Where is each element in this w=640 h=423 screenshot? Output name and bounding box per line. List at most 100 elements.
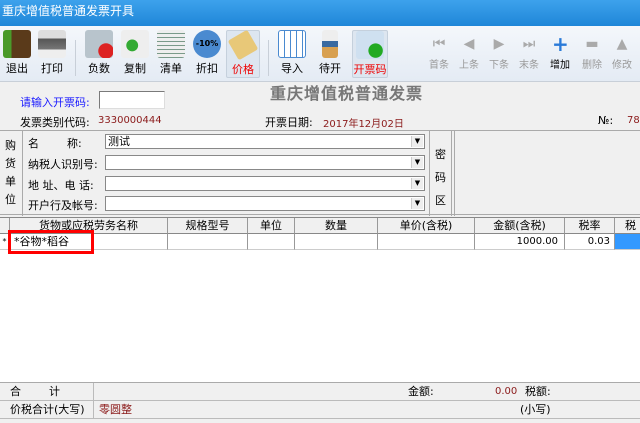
total-upper-value: 零圆整 (99, 403, 132, 416)
number-value: 78 (627, 115, 640, 126)
total-lower-label: (小写) (520, 403, 551, 416)
tax-label: 税额: (525, 385, 551, 398)
add-button[interactable]: + 增加 (545, 32, 575, 71)
total-upper-label: 价税合计(大写) (10, 403, 85, 416)
cell-spec[interactable] (168, 234, 248, 250)
next-icon: ▶ (493, 36, 505, 52)
cell-amount[interactable]: 1000.00 (475, 234, 565, 250)
list-icon (157, 30, 185, 58)
date-label: 开票日期: (265, 116, 313, 129)
address-phone-label: 地 址、电 话: (28, 179, 94, 192)
label: 首条 (429, 60, 449, 71)
buyer-name-combo[interactable]: 测试 ▼ (105, 134, 425, 149)
delete-button[interactable]: ▬ 删除 (577, 36, 607, 71)
cipher-area-label: 密码区 (435, 148, 446, 207)
invoice-code-icon (356, 31, 384, 59)
chevron-down-icon: ▼ (411, 178, 423, 189)
exit-button[interactable]: 退出 (0, 30, 34, 76)
import-icon (278, 30, 306, 58)
taxpayer-id-combo[interactable]: ▼ (105, 155, 425, 170)
number-label: №: (598, 114, 614, 127)
chevron-down-icon: ▼ (411, 198, 423, 209)
window-title: 重庆增值税普通发票开具 (0, 0, 640, 26)
code-prompt-label: 请输入开票码: (20, 96, 90, 109)
first-record-button[interactable]: ⏮ 首条 (424, 36, 454, 71)
label: 增加 (550, 60, 570, 71)
label: 上条 (459, 60, 479, 71)
edit-button[interactable]: ▲ 修改 (607, 36, 637, 71)
col-price[interactable]: 单价(含税) (378, 218, 475, 234)
hourglass-icon (322, 30, 338, 58)
items-grid: 货物或应税劳务名称 规格型号 单位 数量 单价(含税) 金额(含税) 税率 税 … (0, 217, 640, 382)
label: 导入 (281, 62, 303, 75)
col-spec[interactable]: 规格型号 (168, 218, 248, 234)
label: 末条 (519, 60, 539, 71)
label: 打印 (41, 62, 63, 75)
triangle-icon: ▲ (616, 36, 628, 52)
label: 复制 (124, 62, 146, 75)
discount-icon: -10% (193, 30, 221, 58)
taxpayer-id-label: 纳税人识别号: (28, 158, 98, 171)
address-phone-combo[interactable]: ▼ (105, 176, 425, 191)
print-button[interactable]: 打印 (35, 30, 69, 76)
toolbar: 退出 打印 负数 复制 清单 -10% 折扣 价格 导入 待开 开票码 ⏮ 首条 ◀… (0, 26, 640, 82)
minus-icon: ▬ (585, 36, 599, 52)
label: 开票码 (353, 63, 387, 76)
bank-account-combo[interactable]: ▼ (105, 196, 425, 211)
label: 删除 (582, 60, 602, 71)
cell-tax[interactable] (615, 234, 640, 250)
label: 负数 (88, 62, 110, 75)
pending-button[interactable]: 待开 (313, 30, 347, 76)
label: 退出 (6, 62, 28, 75)
sum-label: 合 计 (10, 385, 60, 398)
col-unit[interactable]: 单位 (248, 218, 295, 234)
plus-icon: + (552, 32, 569, 56)
col-qty[interactable]: 数量 (295, 218, 378, 234)
printer-icon (38, 30, 66, 58)
amount-label: 金额: (408, 385, 434, 398)
invoice-code-button[interactable]: 开票码 (352, 30, 388, 78)
cell-rate[interactable]: 0.03 (565, 234, 615, 250)
chevron-down-icon: ▼ (411, 136, 423, 147)
cell-unit[interactable] (248, 234, 295, 250)
exit-door-icon (3, 30, 31, 58)
negative-folder-icon (85, 30, 113, 58)
buyer-name-label: 名 称: (28, 137, 82, 150)
label: 折扣 (196, 62, 218, 75)
date-value: 2017年12月02日 (323, 119, 404, 130)
col-tax[interactable]: 税 (615, 218, 640, 234)
type-code-label: 发票类别代码: (20, 116, 90, 129)
col-amount[interactable]: 金额(含税) (475, 218, 565, 234)
buyer-section: 购货单位 名 称: 测试 ▼ 纳税人识别号: ▼ 地 址、电 话: ▼ 开户行及帐… (0, 130, 640, 216)
last-record-button[interactable]: ⏭ 末条 (514, 36, 544, 71)
chevron-down-icon: ▼ (411, 157, 423, 168)
price-tag-icon (227, 29, 259, 61)
price-button[interactable]: 价格 (226, 29, 260, 78)
next-record-button[interactable]: ▶ 下条 (484, 36, 514, 71)
buyer-section-label: 购货单位 (5, 139, 16, 206)
negative-button[interactable]: 负数 (82, 30, 116, 76)
discount-button[interactable]: -10% 折扣 (190, 30, 224, 76)
invoice-code-input[interactable] (99, 91, 165, 109)
label: 价格 (232, 63, 254, 76)
copy-icon (121, 30, 149, 58)
label: 下条 (489, 60, 509, 71)
totals-section: 合 计 金额: 0.00 税额: 价税合计(大写) 零圆整 (小写) (0, 382, 640, 423)
label: 待开 (319, 62, 341, 75)
invoice-title: 重庆增值税普通发票 (270, 84, 424, 103)
cell-price[interactable] (378, 234, 475, 250)
list-button[interactable]: 清单 (154, 30, 188, 76)
col-rate[interactable]: 税率 (565, 218, 615, 234)
prev-icon: ◀ (463, 36, 475, 52)
label: 修改 (612, 60, 632, 71)
copy-button[interactable]: 复制 (118, 30, 152, 76)
cell-qty[interactable] (295, 234, 378, 250)
highlight-box (8, 230, 94, 254)
amount-value: 0.00 (495, 386, 518, 397)
bank-account-label: 开户行及帐号: (28, 199, 98, 212)
import-button[interactable]: 导入 (275, 30, 309, 76)
label: 清单 (160, 62, 182, 75)
last-icon: ⏭ (522, 36, 536, 52)
first-icon: ⏮ (432, 36, 446, 52)
prev-record-button[interactable]: ◀ 上条 (454, 36, 484, 71)
